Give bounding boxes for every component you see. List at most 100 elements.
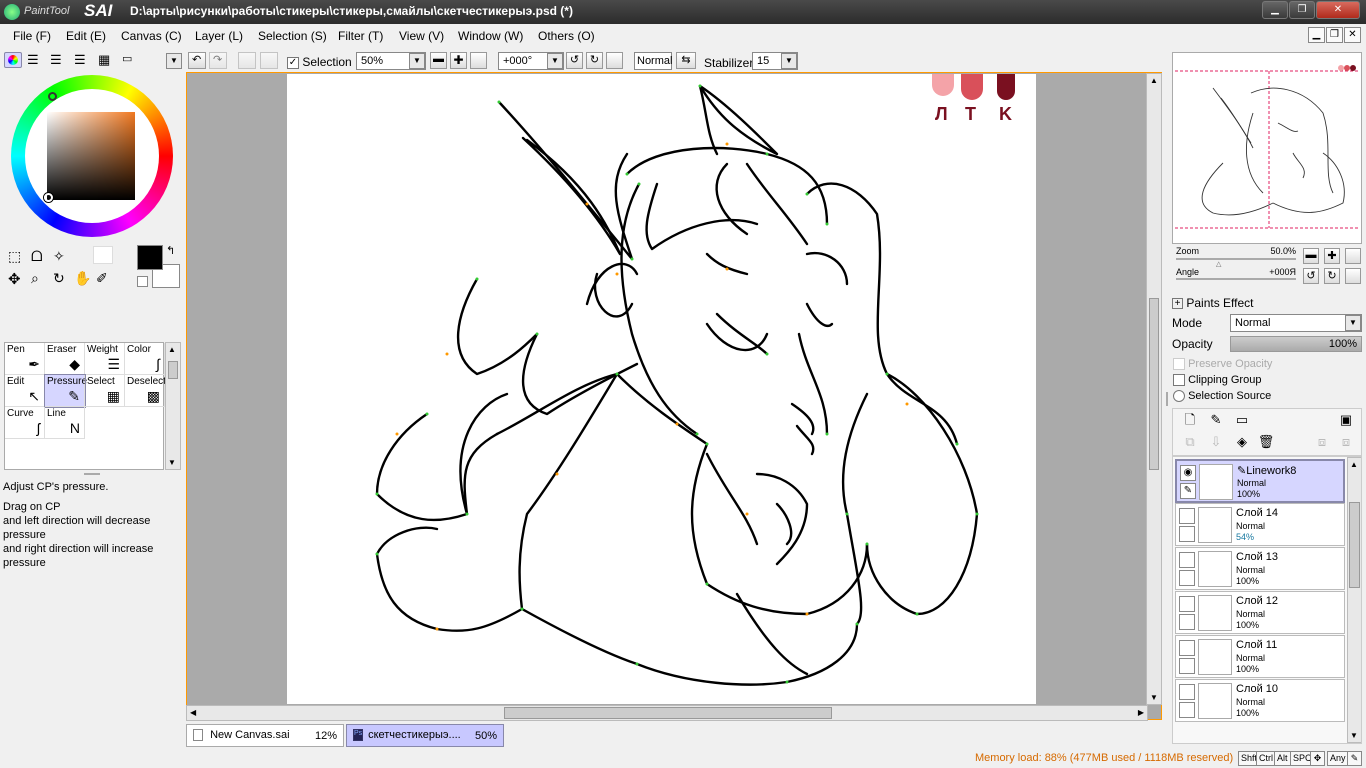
selection-source-checkbox[interactable]: Selection Source (1173, 390, 1271, 403)
tool-pressure[interactable]: Pressure ✎ (44, 374, 87, 408)
visibility-toggle[interactable] (1179, 508, 1195, 524)
nav-zoom-in-button[interactable]: ✚ (1324, 248, 1340, 264)
minimize-button[interactable]: ▁ (1262, 1, 1288, 19)
zoom-out-button[interactable]: ▬ (430, 52, 447, 69)
color-wheel[interactable] (11, 75, 173, 237)
scroll-up-icon[interactable]: ▲ (1350, 460, 1358, 469)
menu-filter[interactable]: Filter (T) (338, 29, 383, 43)
clipping-group-checkbox[interactable]: Clipping Group (1173, 374, 1261, 387)
visibility-toggle[interactable] (1179, 596, 1195, 612)
right-panel-splitter[interactable] (1166, 392, 1170, 406)
zoom-reset-button[interactable] (470, 52, 487, 69)
zoom-slider-handle[interactable]: △ (1216, 260, 1221, 268)
menu-edit[interactable]: Edit (E) (66, 29, 106, 43)
copy-layer-icon[interactable]: ⧉ (1181, 433, 1199, 451)
move-icon[interactable]: ✥ (8, 270, 21, 288)
nav-rotate-cw-button[interactable]: ↻ (1324, 268, 1340, 284)
layer-item[interactable]: Слой 11 Normal 100% (1175, 635, 1345, 678)
nav-rotate-reset-button[interactable] (1345, 268, 1361, 284)
swatches-icon[interactable]: ▦ (98, 52, 110, 68)
navigator-preview[interactable] (1172, 52, 1362, 244)
rgb-slider-icon[interactable]: ☰ (27, 52, 39, 68)
tool-weight[interactable]: Weight ☰ (85, 343, 125, 375)
swap-colors-icon[interactable]: ↰ (166, 244, 175, 257)
lock-toggle[interactable] (1179, 702, 1195, 718)
trash-icon[interactable]: 🗑 (1257, 433, 1275, 451)
color-cursor[interactable] (44, 193, 53, 202)
menu-others[interactable]: Others (O) (538, 29, 595, 43)
tool-pen[interactable]: Pen ✒ (5, 343, 45, 375)
restore-button[interactable]: ❐ (1289, 1, 1315, 19)
scratchpad-icon[interactable]: ▭ (122, 52, 132, 65)
layer-item[interactable]: Слой 10 Normal 100% (1175, 679, 1345, 722)
hand-icon[interactable]: ✋ (74, 270, 91, 287)
scroll-up-icon[interactable]: ▲ (168, 345, 176, 354)
color-wheel-tab-icon[interactable] (4, 52, 22, 68)
layer-mask-icon[interactable]: ▣ (1337, 411, 1355, 429)
tool-curve[interactable]: Curve ʃ (5, 407, 45, 439)
rotate-ccw-button[interactable]: ↺ (566, 52, 583, 69)
close-button[interactable]: ✕ (1316, 1, 1360, 19)
canvas-horizontal-scrollbar[interactable]: ◀ ▶ (186, 705, 1148, 721)
undo-button[interactable]: ↶ (188, 52, 206, 69)
hue-cursor[interactable] (48, 92, 57, 101)
scroll-thumb[interactable] (1149, 298, 1159, 470)
menu-canvas[interactable]: Canvas (C) (121, 29, 182, 43)
new-layer-icon[interactable]: 🗋 (1181, 411, 1199, 429)
opacity-slider[interactable]: 100% (1230, 336, 1362, 352)
layer-list-scrollbar[interactable]: ▲ ▼ (1347, 457, 1361, 743)
tool-edit[interactable]: Edit ↖ (5, 375, 45, 407)
lasso-icon[interactable]: ᗝ (31, 248, 43, 265)
scroll-right-icon[interactable]: ▶ (1138, 708, 1144, 717)
select-rect-icon[interactable]: ⬚ (8, 248, 21, 265)
tab-active-document[interactable]: Ps скетчестикерыэ.... 50% (346, 724, 504, 747)
lock-toggle[interactable] (1179, 526, 1195, 542)
tab-new-canvas[interactable]: New Canvas.sai 12% (186, 724, 344, 747)
canvas-paper[interactable]: Л T K (287, 74, 1036, 704)
rotate-reset-button[interactable] (606, 52, 623, 69)
visibility-toggle[interactable] (1179, 640, 1195, 656)
menu-window[interactable]: Window (W) (458, 29, 523, 43)
visibility-toggle[interactable] (1179, 552, 1195, 568)
mdi-close-button[interactable]: ✕ (1344, 27, 1361, 43)
tool-color[interactable]: Color ∫ (125, 343, 165, 375)
chevron-down-icon[interactable]: ▼ (781, 53, 797, 69)
preserve-opacity-checkbox[interactable]: Preserve Opacity (1173, 358, 1272, 371)
splitter-grip[interactable] (84, 473, 100, 477)
visibility-toggle[interactable] (1179, 684, 1195, 700)
layer-item-linework8[interactable]: ◉ ✎ ✎Linework8 Normal 100% (1175, 459, 1345, 503)
merge-down-icon[interactable]: ⧈ (1313, 433, 1331, 451)
layer-mode-select[interactable]: Normal ▼ (1230, 314, 1362, 332)
primary-color-swatch[interactable] (137, 245, 163, 270)
new-folder-icon[interactable]: ▭ (1233, 411, 1251, 429)
scroll-down-icon[interactable]: ▼ (168, 458, 176, 467)
eyedropper-icon[interactable]: ✐ (96, 270, 108, 287)
hsv-slider-icon[interactable]: ☰ (50, 52, 62, 68)
lock-toggle[interactable] (1179, 570, 1195, 586)
chevron-down-icon[interactable]: ▼ (547, 53, 563, 69)
scroll-down-icon[interactable]: ▼ (1350, 731, 1358, 740)
pen-lock-icon[interactable]: ✎ (1180, 483, 1196, 499)
stabilizer-select[interactable]: 15 ▼ (752, 52, 798, 70)
lock-toggle[interactable] (1179, 658, 1195, 674)
saturation-value-square[interactable] (47, 112, 135, 200)
layer-item[interactable]: Слой 13 Normal 100% (1175, 547, 1345, 590)
tool-grid-scrollbar[interactable]: ▲ ▼ (165, 342, 181, 470)
layer-item[interactable]: Слой 14 Normal 54% (1175, 503, 1345, 546)
scroll-left-icon[interactable]: ◀ (190, 708, 196, 717)
rotate-cw-button[interactable]: ↻ (586, 52, 603, 69)
nav-zoom-reset-button[interactable] (1345, 248, 1361, 264)
lock-toggle[interactable] (1179, 614, 1195, 630)
rotate-tool-icon[interactable]: ↻ (53, 270, 65, 287)
tool-deselect[interactable]: Deselect ▩ (125, 375, 166, 407)
chevron-down-icon[interactable]: ▼ (166, 53, 182, 69)
transparent-swatch[interactable] (93, 246, 113, 264)
lineart-drawing[interactable] (287, 74, 1036, 704)
blend-mode-field[interactable]: Normal (634, 52, 672, 70)
layer-item[interactable]: Слой 12 Normal 100% (1175, 591, 1345, 634)
zoom-tool-icon[interactable]: ⌕ (31, 270, 39, 287)
tool-eraser[interactable]: Eraser ◆ (45, 343, 85, 375)
new-linework-layer-icon[interactable]: ✎ (1207, 411, 1225, 429)
canvas-vertical-scrollbar[interactable]: ▲ ▼ (1146, 73, 1162, 705)
paints-effect-header[interactable]: + Paints Effect (1172, 296, 1254, 310)
